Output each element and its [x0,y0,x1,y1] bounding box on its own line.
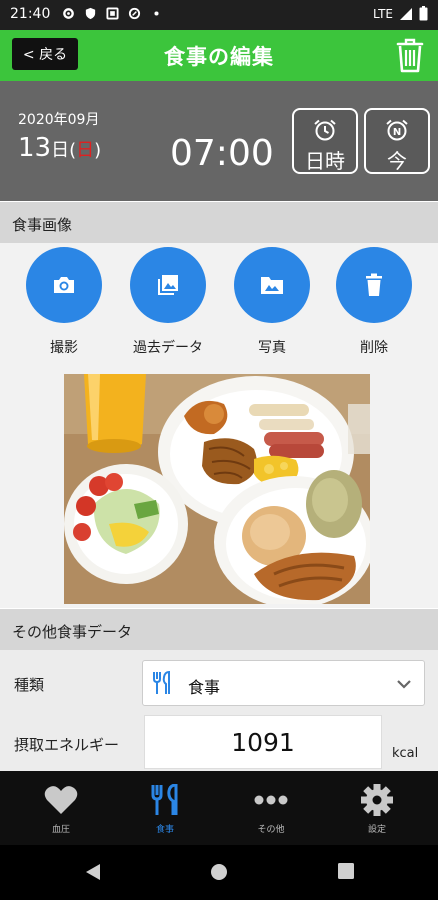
take-photo-label: 撮影 [50,340,78,356]
meal-photo[interactable] [64,374,370,604]
dot-status-icon [154,11,159,16]
settings-status-icon [63,8,74,19]
fork-knife-icon [153,671,170,694]
app-bar: < 戻る 食事の編集 [0,30,438,81]
alarm-now-icon: N [386,119,408,141]
heart-icon [44,786,78,814]
fork-knife-icon [151,784,178,815]
delete-image-button[interactable]: 削除 [336,247,412,357]
day-line: 13日(日) [18,133,101,163]
status-time: 21:40 [10,6,51,22]
meal-data-form: 種類 食事 摂取エネルギー 1091 kcal [0,650,438,771]
type-label: 種類 [14,676,45,694]
tab-meal[interactable]: 食事 [110,771,220,845]
past-data-label: 過去データ [133,340,203,356]
bottom-tab-bar: 血圧 食事 その他 設定 [0,771,438,845]
datetime-button-label: 日時 [305,149,345,173]
take-photo-button[interactable]: 撮影 [26,247,102,357]
signal-icon [400,7,412,20]
meal-time: 07:00 [170,133,274,174]
photo-library-button[interactable]: 写真 [234,247,310,357]
day-unit: 日 [51,140,70,161]
delete-trash-icon[interactable] [394,36,426,74]
energy-unit: kcal [392,746,419,761]
shield-status-icon [85,7,96,20]
tab-blood-pressure-label: 血圧 [51,825,70,835]
data-saver-status-icon [128,7,141,20]
photo-folder-icon [261,277,283,294]
meal-type-select[interactable]: 食事 [142,660,425,706]
status-bar: 21:40 LTE [0,0,438,30]
photo-library-label: 写真 [258,340,286,356]
more-icon [254,795,288,805]
delete-image-circle[interactable] [336,247,412,323]
meal-type-value: 食事 [188,678,221,697]
photo-library-circle[interactable] [234,247,310,323]
camera-icon [54,277,74,293]
tab-meal-label: 食事 [155,825,174,835]
meal-photo-illustration [64,374,370,604]
nav-back-icon[interactable] [84,862,102,882]
nav-home-icon[interactable] [209,862,229,882]
tab-settings[interactable]: 設定 [322,771,432,845]
take-photo-circle[interactable] [26,247,102,323]
energy-value: 1091 [231,728,295,757]
network-type: LTE [373,6,393,21]
page-title: 食事の編集 [164,45,274,69]
alarm-clock-icon [314,119,336,141]
now-icon-letter: N [393,127,401,138]
trash-icon [366,273,382,296]
past-data-button[interactable]: 過去データ [130,247,206,357]
energy-label: 摂取エネルギー [14,736,120,754]
energy-input[interactable]: 1091 [144,715,382,769]
now-button[interactable]: N 今 [364,108,430,174]
day-number: 13 [18,133,52,163]
image-panel: 撮影 過去データ 写真 削除 [0,243,438,608]
now-button-label: 今 [387,149,407,173]
delete-image-label: 削除 [360,340,388,356]
tab-other[interactable]: その他 [216,771,326,845]
past-data-circle[interactable] [130,247,206,323]
datetime-button[interactable]: 日時 [292,108,358,174]
tab-settings-label: 設定 [367,825,386,835]
year-month: 2020年09月 [18,112,100,128]
tab-blood-pressure[interactable]: 血圧 [6,771,116,845]
tab-other-label: その他 [257,825,285,835]
chevron-down-icon [397,680,411,689]
date-time-bar: 2020年09月 13日(日) 07:00 日時 N 今 [0,81,438,201]
system-nav-bar [0,845,438,900]
gallery-icon [158,275,178,295]
battery-icon [419,6,428,21]
weekday-close: ) [94,140,102,161]
app-status-icon [106,7,119,20]
other-data-section-header: その他食事データ [0,609,438,650]
weekday: 日 [76,140,95,161]
nav-recents-icon[interactable] [337,862,355,880]
gear-icon [361,784,393,816]
image-section-header: 食事画像 [0,202,438,243]
